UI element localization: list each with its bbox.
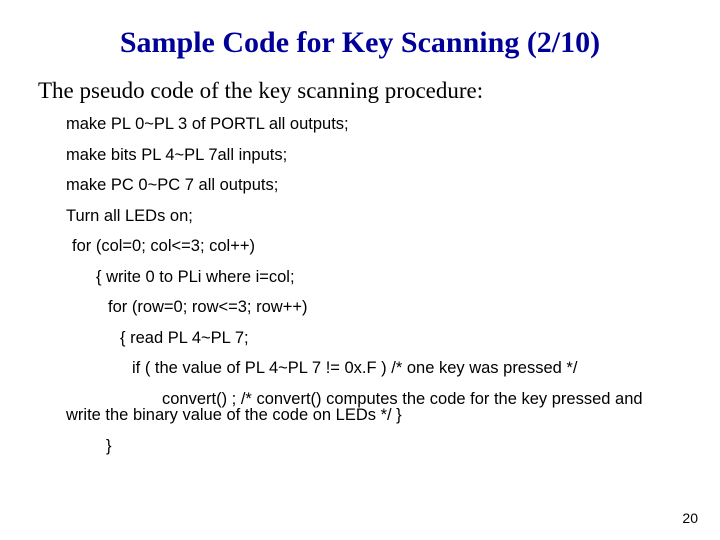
- code-line: { read PL 4~PL 7;: [66, 330, 684, 347]
- code-line: if ( the value of PL 4~PL 7 != 0x.F ) /*…: [66, 360, 684, 377]
- code-line: make bits PL 4~PL 7all inputs;: [66, 147, 684, 164]
- code-line: Turn all LEDs on;: [66, 208, 684, 225]
- code-line: convert() ; /* convert() computes the co…: [66, 391, 684, 424]
- slide: Sample Code for Key Scanning (2/10) The …: [0, 0, 720, 540]
- code-line: for (row=0; row<=3; row++): [66, 299, 684, 316]
- pseudo-code-block: make PL 0~PL 3 of PORTL all outputs; mak…: [36, 116, 684, 454]
- code-line: }: [66, 438, 684, 455]
- code-line: make PC 0~PC 7 all outputs;: [66, 177, 684, 194]
- code-line: for (col=0; col<=3; col++): [66, 238, 684, 255]
- code-line: make PL 0~PL 3 of PORTL all outputs;: [66, 116, 684, 133]
- page-number: 20: [682, 510, 698, 526]
- code-line: { write 0 to PLi where i=col;: [66, 269, 684, 286]
- intro-text: The pseudo code of the key scanning proc…: [36, 78, 684, 104]
- slide-title: Sample Code for Key Scanning (2/10): [36, 26, 684, 60]
